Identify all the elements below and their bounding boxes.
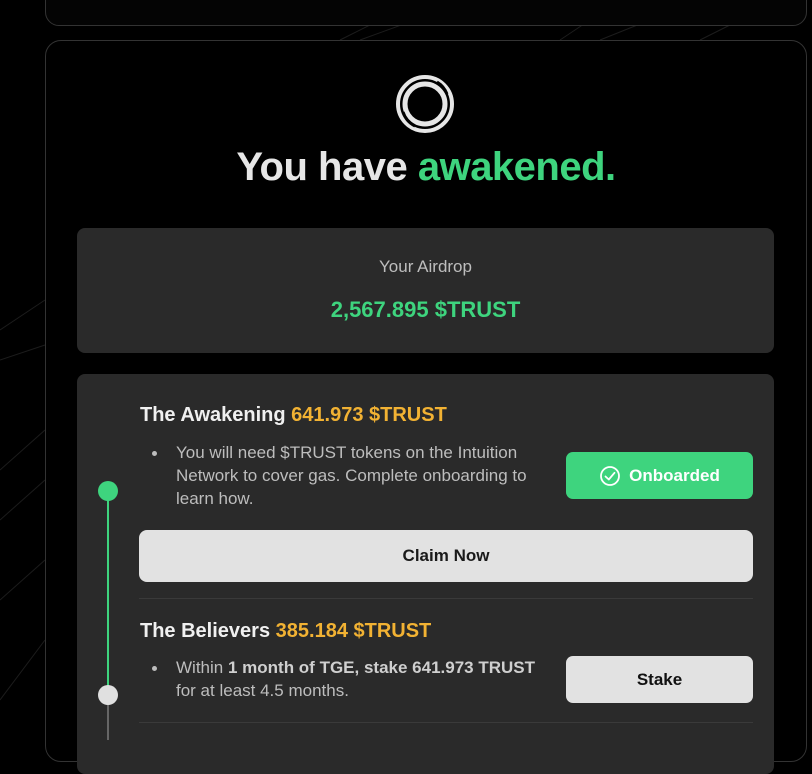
claim-now-button[interactable]: Claim Now [139, 530, 753, 582]
phase-awakening-description: You will need $TRUST tokens on the Intui… [176, 443, 527, 508]
onboarded-button[interactable]: Onboarded [566, 452, 753, 499]
timeline-dot-pending [98, 685, 118, 705]
phase-name: The Awakening [140, 404, 286, 426]
headline-prefix: You have [236, 145, 418, 189]
bullet-icon [152, 666, 157, 671]
phase-amount: 641.973 $TRUST [291, 404, 447, 426]
onboarded-label: Onboarded [629, 465, 720, 485]
phase-divider [139, 598, 753, 599]
description-bold: 1 month of TGE, stake 641.973 TRUST [227, 658, 535, 677]
airdrop-amount: 2,567.895 $TRUST [330, 297, 521, 322]
timeline-progress-line [107, 491, 109, 701]
check-circle-icon [600, 465, 621, 486]
stake-label: Stake [636, 669, 683, 689]
claim-now-label: Claim Now [402, 546, 490, 565]
description-pre: Within [176, 658, 228, 677]
airdrop-label: Your Airdrop [379, 257, 472, 276]
headline-accent: awakened. [417, 145, 616, 189]
phase-divider [139, 722, 753, 723]
stake-button[interactable]: Stake [566, 656, 753, 703]
phase-awakening-title: The Awakening 641.973 $TRUST [140, 404, 447, 427]
timeline-pending-line [107, 700, 109, 740]
description-post: for at least 4.5 months. [176, 681, 349, 700]
airdrop-summary: Your Airdrop 2,567.895 $TRUST [77, 228, 774, 353]
bullet-icon [152, 451, 157, 456]
intuition-logo-icon [396, 75, 454, 133]
phase-amount: 385.184 $TRUST [275, 620, 432, 642]
page-title: You have awakened. [45, 145, 807, 190]
phase-believers-title: The Believers 385.184 $TRUST [140, 620, 431, 643]
phase-name: The Believers [140, 620, 271, 642]
timeline-dot-complete [98, 481, 118, 501]
phase-believers-description: Within 1 month of TGE, stake 641.973 TRU… [176, 656, 536, 702]
previous-card [45, 0, 807, 26]
